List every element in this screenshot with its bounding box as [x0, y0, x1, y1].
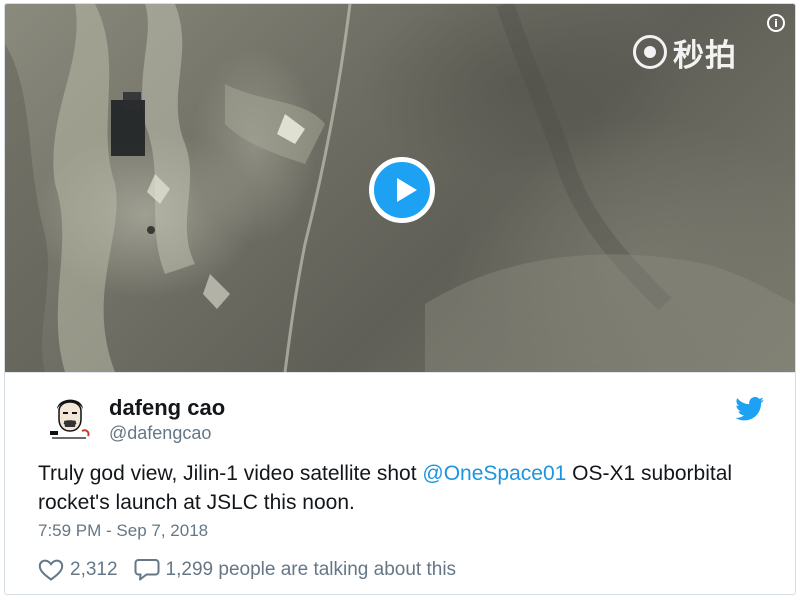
info-icon[interactable]: i [767, 14, 785, 32]
info-glyph: i [774, 16, 778, 30]
tweet-card: 秒拍 i dafeng cao @dafengcao Truly god vie… [4, 3, 796, 595]
speech-bubble-icon [134, 559, 160, 581]
tweet-body: dafeng cao @dafengcao Truly god view, Ji… [5, 372, 795, 594]
avatar-illustration [42, 389, 98, 445]
reply-action[interactable]: 1,299 people are talking about this [134, 558, 457, 582]
twitter-bird-icon[interactable] [735, 397, 765, 421]
miaopai-logo-icon [633, 35, 667, 69]
play-button[interactable] [369, 157, 435, 223]
avatar[interactable] [42, 389, 98, 445]
display-name[interactable]: dafeng cao [109, 395, 225, 421]
video-player[interactable]: 秒拍 i [5, 4, 795, 372]
heart-icon [38, 559, 64, 581]
mention-link[interactable]: @OneSpace01 [422, 462, 566, 485]
watermark-text: 秒拍 [673, 37, 737, 74]
tweet-text: Truly god view, Jilin-1 video satellite … [38, 459, 768, 517]
tweet-text-start: Truly god view, Jilin-1 video satellite … [38, 462, 423, 485]
like-count: 2,312 [70, 559, 118, 580]
tweet-timestamp[interactable]: 7:59 PM - Sep 7, 2018 [38, 521, 208, 541]
conversation-count: 1,299 people are talking about this [165, 559, 457, 580]
user-handle[interactable]: @dafengcao [109, 423, 211, 444]
miaopai-watermark: 秒拍 [633, 32, 737, 74]
tweet-actions: 2,312 1,299 people are talking about thi… [38, 556, 472, 584]
like-action[interactable]: 2,312 [38, 559, 118, 581]
